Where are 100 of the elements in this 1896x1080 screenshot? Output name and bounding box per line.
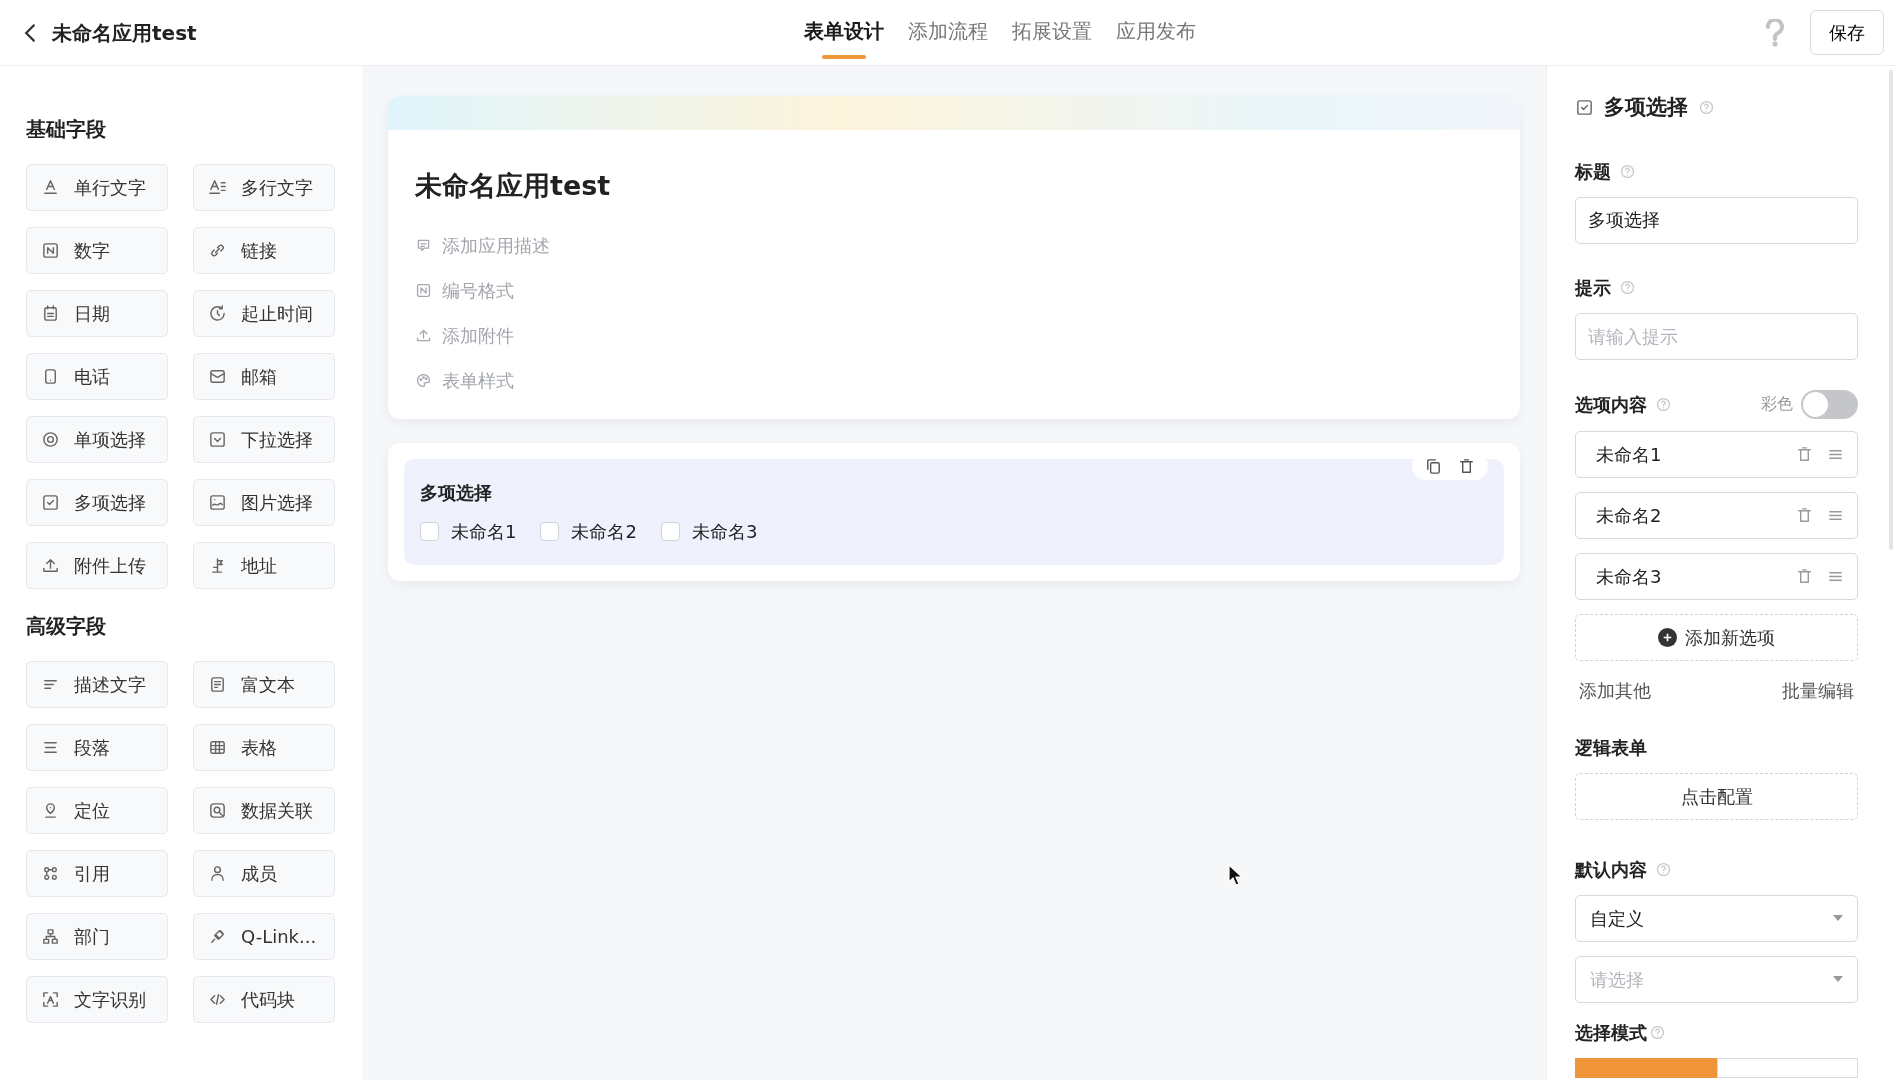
app-title: 未命名应用test	[52, 19, 197, 47]
add-other-link[interactable]: 添加其他	[1579, 676, 1651, 704]
upload-icon	[41, 556, 60, 575]
field-type-button[interactable]: 数据关联	[193, 787, 335, 834]
help-icon	[1619, 278, 1636, 296]
help-icon	[1698, 99, 1715, 117]
field-type-button[interactable]: 描述文字	[26, 661, 168, 708]
section-title: 基础字段	[26, 116, 107, 143]
back-icon[interactable]	[24, 22, 36, 43]
calendar-icon	[41, 304, 60, 323]
section-title: 高级字段	[26, 613, 107, 640]
field-type-button[interactable]: 多项选择	[26, 479, 168, 526]
trash-icon	[1795, 444, 1814, 464]
pointer-icon	[1228, 864, 1244, 886]
scan-icon	[41, 990, 60, 1009]
mode-segment[interactable]	[1575, 1057, 1717, 1078]
text-line-icon	[41, 178, 60, 197]
dropdown-icon	[208, 430, 227, 449]
org-chart-icon	[41, 927, 60, 946]
caret-icon	[1833, 915, 1843, 921]
field-type-button[interactable]: 地址	[193, 542, 335, 589]
clock-icon	[208, 304, 227, 323]
field-type-button[interactable]: 部门	[26, 913, 168, 960]
field-type-button[interactable]: 单项选择	[26, 416, 168, 463]
field-type-button[interactable]: 电话	[26, 353, 168, 400]
nodes-icon	[41, 864, 60, 883]
field-type-button[interactable]: 富文本	[193, 661, 335, 708]
trash-icon	[1457, 456, 1476, 476]
field-label: 多项选择	[420, 480, 493, 505]
field-type-button[interactable]: 链接	[193, 227, 335, 274]
color-toggle[interactable]	[1801, 389, 1858, 419]
option-row[interactable]: 未命名3	[1575, 552, 1858, 600]
field-type-button[interactable]: 图片选择	[193, 479, 335, 526]
copy-icon	[1424, 456, 1443, 476]
nav-tab[interactable]: 添加流程	[908, 9, 989, 56]
caret-icon	[1833, 976, 1843, 982]
hint-input[interactable]: 请输入提示	[1575, 312, 1858, 360]
add-option-button[interactable]: 添加新选项	[1575, 613, 1858, 661]
checkbox-option[interactable]: 未命名2	[540, 517, 637, 545]
person-icon	[208, 864, 227, 883]
text-lines-icon	[208, 178, 227, 197]
number-box-icon	[415, 281, 432, 299]
panel-heading: 多项选择	[1604, 94, 1688, 121]
palette-icon	[415, 371, 432, 389]
configure-button[interactable]: 点击配置	[1575, 772, 1858, 820]
property-label: 提示	[1575, 275, 1611, 300]
option-row[interactable]: 未命名1	[1575, 430, 1858, 478]
checkbox[interactable]	[660, 521, 680, 541]
mode-segment[interactable]	[1716, 1057, 1858, 1078]
color-label: 彩色	[1761, 393, 1793, 415]
trash-icon	[1795, 566, 1814, 586]
field-type-button[interactable]: 多行文字	[193, 164, 335, 211]
field-type-button[interactable]: 表格	[193, 724, 335, 771]
search-box-icon	[208, 801, 227, 820]
property-label: 选项内容	[1575, 392, 1647, 417]
image-icon	[208, 493, 227, 512]
field-type-button[interactable]: 下拉选择	[193, 416, 335, 463]
field-type-button[interactable]: 数字	[26, 227, 168, 274]
bulk-edit-link[interactable]: 批量编辑	[1782, 676, 1854, 704]
checkbox[interactable]	[540, 521, 560, 541]
help-icon	[1649, 1023, 1666, 1041]
help-icon	[1655, 860, 1672, 878]
field-type-button[interactable]: 邮箱	[193, 353, 335, 400]
default-select[interactable]: 自定义	[1575, 894, 1858, 942]
field-type-button[interactable]: 段落	[26, 724, 168, 771]
checkbox-option[interactable]: 未命名1	[420, 517, 517, 545]
table-icon	[208, 738, 227, 757]
nav-tab[interactable]: 应用发布	[1116, 9, 1197, 56]
field-type-button[interactable]: 文字识别	[26, 976, 168, 1023]
envelope-icon	[208, 367, 227, 386]
help-icon[interactable]	[1764, 18, 1786, 47]
help-icon	[1619, 162, 1636, 180]
title-input[interactable]: 多项选择	[1575, 196, 1858, 244]
field-type-button[interactable]: 代码块	[193, 976, 335, 1023]
field-type-button[interactable]: 附件上传	[26, 542, 168, 589]
radio-icon	[41, 430, 60, 449]
field-type-button[interactable]: 日期	[26, 290, 168, 337]
plug-icon	[208, 927, 227, 946]
checkbox[interactable]	[420, 521, 439, 541]
property-label: 选择模式	[1575, 1020, 1647, 1045]
checkbox-icon	[1575, 98, 1594, 118]
field-type-button[interactable]: Q-Link...	[193, 913, 335, 960]
field-type-button[interactable]: 定位	[26, 787, 168, 834]
nav-tab[interactable]: 拓展设置	[1012, 9, 1093, 56]
save-button[interactable]: 保存	[1810, 10, 1884, 55]
property-label: 默认内容	[1575, 857, 1647, 882]
field-type-button[interactable]: 起止时间	[193, 290, 335, 337]
option-row[interactable]: 未命名2	[1575, 491, 1858, 539]
form-title: 未命名应用test	[414, 169, 612, 203]
field-type-button[interactable]: 引用	[26, 850, 168, 897]
property-label: 逻辑表单	[1575, 735, 1647, 760]
number-box-icon	[41, 241, 60, 260]
help-icon	[1655, 395, 1672, 413]
field-type-button[interactable]: 单行文字	[26, 164, 168, 211]
property-label: 标题	[1575, 159, 1611, 184]
plus-icon	[1658, 627, 1677, 647]
field-type-button[interactable]: 成员	[193, 850, 335, 897]
nav-tab[interactable]: 表单设计	[804, 9, 885, 56]
checkbox-option[interactable]: 未命名3	[660, 517, 758, 545]
checkbox-icon	[41, 493, 60, 512]
